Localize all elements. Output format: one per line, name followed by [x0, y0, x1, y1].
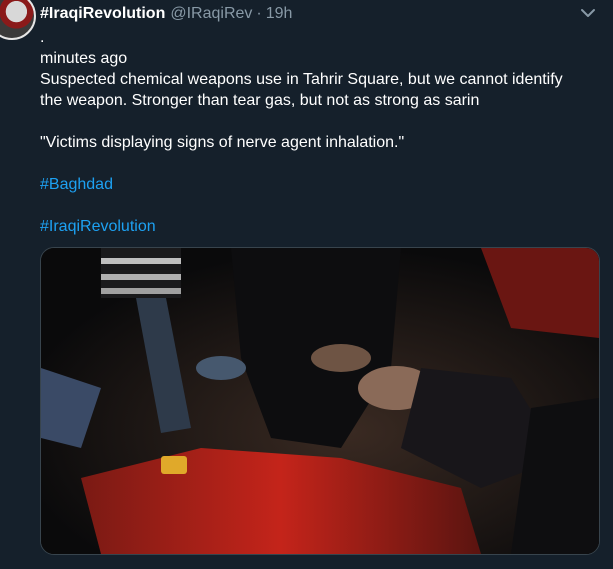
tweet-text: . minutes ago Suspected chemical weapons… [40, 27, 605, 237]
timestamp[interactable]: 19h [266, 5, 293, 23]
display-name[interactable]: #IraqiRevolution [40, 5, 165, 23]
text-line: "Victims displaying signs of nerve agent… [40, 134, 405, 151]
avatar[interactable] [0, 0, 36, 40]
tweet-header: #IraqiRevolution @IRaqiRev · 19h [40, 3, 573, 25]
text-line: minutes ago [40, 50, 128, 67]
text-line: Suspected chemical weapons use in Tahrir… [40, 71, 563, 88]
more-options-button[interactable] [580, 6, 596, 18]
user-handle[interactable]: @IRaqiRev [170, 5, 252, 23]
media-video[interactable] [40, 247, 600, 555]
separator: · [256, 5, 262, 22]
chevron-down-icon [581, 9, 595, 17]
text-line: the weapon. Stronger than tear gas, but … [40, 92, 480, 109]
video-frame [41, 248, 599, 554]
text-line: . [40, 29, 45, 46]
hashtag-link[interactable]: #Baghdad [40, 174, 605, 195]
hashtag-link[interactable]: #IraqiRevolution [40, 216, 605, 237]
